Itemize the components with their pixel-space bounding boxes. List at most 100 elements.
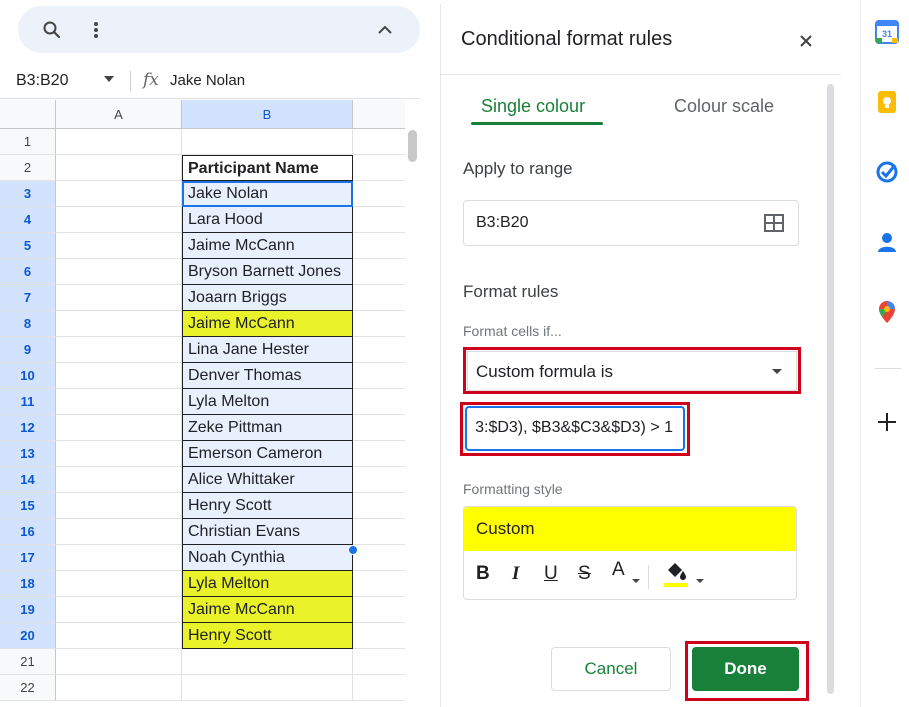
row-header[interactable]: 2 <box>0 155 56 181</box>
cell-b[interactable]: Christian Evans <box>182 519 353 545</box>
cell-a[interactable] <box>56 519 182 545</box>
column-header-a[interactable]: A <box>56 100 182 129</box>
cell-a[interactable] <box>56 129 182 155</box>
cell-a[interactable] <box>56 675 182 701</box>
calendar-icon[interactable]: 31 <box>875 20 899 44</box>
cell-c[interactable] <box>353 181 405 207</box>
strikethrough-button[interactable]: S <box>578 563 591 585</box>
cell-b[interactable]: Henry Scott <box>182 623 353 649</box>
sheet-grid[interactable]: A B 1 2 Participant Name 3 Jake Nolan 4 Lara H… <box>0 100 405 707</box>
cell-c[interactable] <box>353 519 405 545</box>
cell-b[interactable]: Noah Cynthia <box>182 545 353 571</box>
panel-scrollbar[interactable] <box>823 80 837 705</box>
cell-a[interactable] <box>56 311 182 337</box>
row-header[interactable]: 15 <box>0 493 56 519</box>
row-header[interactable]: 12 <box>0 415 56 441</box>
cell-a[interactable] <box>56 649 182 675</box>
cell-a[interactable] <box>56 285 182 311</box>
maps-icon[interactable] <box>875 300 899 324</box>
row-header[interactable]: 16 <box>0 519 56 545</box>
range-input[interactable]: B3:B20 <box>463 200 799 246</box>
row-header[interactable]: 6 <box>0 259 56 285</box>
cell-a[interactable] <box>56 441 182 467</box>
cell-a[interactable] <box>56 181 182 207</box>
cell-b[interactable]: Jaime McCann <box>182 597 353 623</box>
cell-a[interactable] <box>56 233 182 259</box>
cell-b[interactable]: Lina Jane Hester <box>182 337 353 363</box>
text-color-button[interactable]: A <box>612 559 625 581</box>
tab-colour-scale[interactable]: Colour scale <box>674 96 774 117</box>
cell-a[interactable] <box>56 597 182 623</box>
row-header[interactable]: 22 <box>0 675 56 701</box>
select-all-corner[interactable] <box>0 100 56 129</box>
cell-b[interactable]: Bryson Barnett Jones <box>182 259 353 285</box>
cell-b[interactable]: Lyla Melton <box>182 571 353 597</box>
row-header[interactable]: 8 <box>0 311 56 337</box>
cell-a[interactable] <box>56 493 182 519</box>
tab-single-colour[interactable]: Single colour <box>481 96 585 117</box>
cell-c[interactable] <box>353 649 405 675</box>
cell-b[interactable]: Alice Whittaker <box>182 467 353 493</box>
row-header[interactable]: 4 <box>0 207 56 233</box>
cell-b[interactable] <box>182 129 353 155</box>
cell-b[interactable]: Lara Hood <box>182 207 353 233</box>
cell-b[interactable]: Jake Nolan <box>182 181 353 207</box>
grid-scrollbar[interactable] <box>405 100 420 707</box>
name-box[interactable]: B3:B20 <box>16 72 68 90</box>
cell-a[interactable] <box>56 155 182 181</box>
row-header[interactable]: 19 <box>0 597 56 623</box>
cell-c[interactable] <box>353 597 405 623</box>
more-vert-icon[interactable] <box>80 14 112 46</box>
grid-scroll-thumb[interactable] <box>408 130 417 162</box>
row-header[interactable]: 5 <box>0 233 56 259</box>
cell-b[interactable]: Participant Name <box>182 155 353 181</box>
style-preview[interactable]: Custom <box>464 507 796 551</box>
italic-button[interactable]: I <box>512 563 519 585</box>
cell-c[interactable] <box>353 259 405 285</box>
cell-b[interactable]: Henry Scott <box>182 493 353 519</box>
row-header[interactable]: 3 <box>0 181 56 207</box>
cell-a[interactable] <box>56 337 182 363</box>
cell-c[interactable] <box>353 545 405 571</box>
cancel-button[interactable]: Cancel <box>551 647 671 691</box>
cell-a[interactable] <box>56 259 182 285</box>
cell-a[interactable] <box>56 623 182 649</box>
close-icon[interactable] <box>793 28 819 54</box>
cell-c[interactable] <box>353 285 405 311</box>
cell-b[interactable]: Denver Thomas <box>182 363 353 389</box>
row-header[interactable]: 10 <box>0 363 56 389</box>
column-header-c[interactable] <box>353 100 405 129</box>
row-header[interactable]: 21 <box>0 649 56 675</box>
cell-c[interactable] <box>353 337 405 363</box>
cell-c[interactable] <box>353 155 405 181</box>
cell-c[interactable] <box>353 129 405 155</box>
cell-b[interactable]: Jaime McCann <box>182 311 353 337</box>
row-header[interactable]: 20 <box>0 623 56 649</box>
cell-c[interactable] <box>353 441 405 467</box>
cell-b[interactable]: Zeke Pittman <box>182 415 353 441</box>
row-header[interactable]: 13 <box>0 441 56 467</box>
add-icon[interactable] <box>875 410 899 434</box>
cell-b[interactable]: Lyla Melton <box>182 389 353 415</box>
chevron-up-icon[interactable] <box>369 14 401 46</box>
cell-c[interactable] <box>353 415 405 441</box>
cell-a[interactable] <box>56 207 182 233</box>
tasks-icon[interactable] <box>875 160 899 184</box>
cell-c[interactable] <box>353 571 405 597</box>
cell-a[interactable] <box>56 415 182 441</box>
cell-c[interactable] <box>353 311 405 337</box>
cell-b[interactable] <box>182 675 353 701</box>
keep-icon[interactable] <box>875 90 899 114</box>
cell-c[interactable] <box>353 207 405 233</box>
fill-color-icon[interactable] <box>662 557 690 594</box>
cell-c[interactable] <box>353 389 405 415</box>
row-header[interactable]: 14 <box>0 467 56 493</box>
cell-c[interactable] <box>353 623 405 649</box>
cell-b[interactable]: Emerson Cameron <box>182 441 353 467</box>
name-box-dropdown-icon[interactable] <box>104 76 114 82</box>
cell-c[interactable] <box>353 363 405 389</box>
cell-a[interactable] <box>56 545 182 571</box>
row-header[interactable]: 17 <box>0 545 56 571</box>
cell-b[interactable] <box>182 649 353 675</box>
select-range-icon[interactable] <box>764 214 784 237</box>
